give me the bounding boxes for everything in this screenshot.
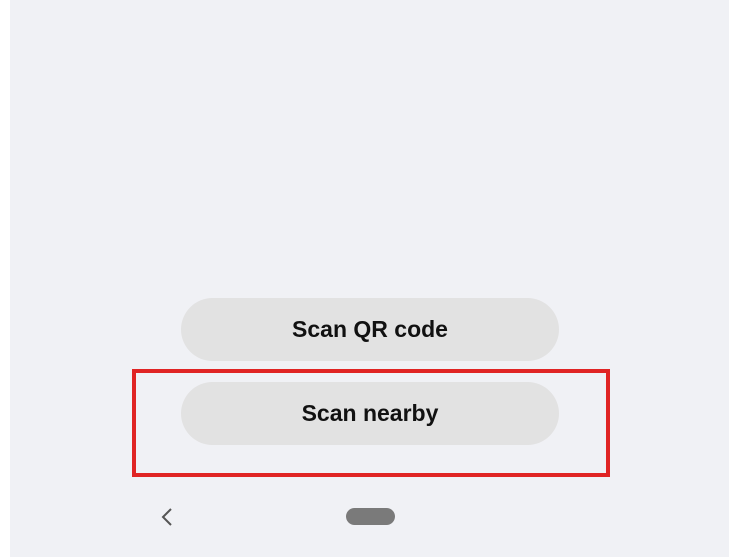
screen: Scan QR code Scan nearby: [10, 0, 729, 557]
scan-qr-code-button[interactable]: Scan QR code: [181, 298, 559, 361]
chevron-left-icon: [161, 508, 172, 526]
back-button[interactable]: [155, 500, 179, 534]
scan-nearby-button[interactable]: Scan nearby: [181, 382, 559, 445]
home-pill-icon[interactable]: [346, 508, 395, 525]
